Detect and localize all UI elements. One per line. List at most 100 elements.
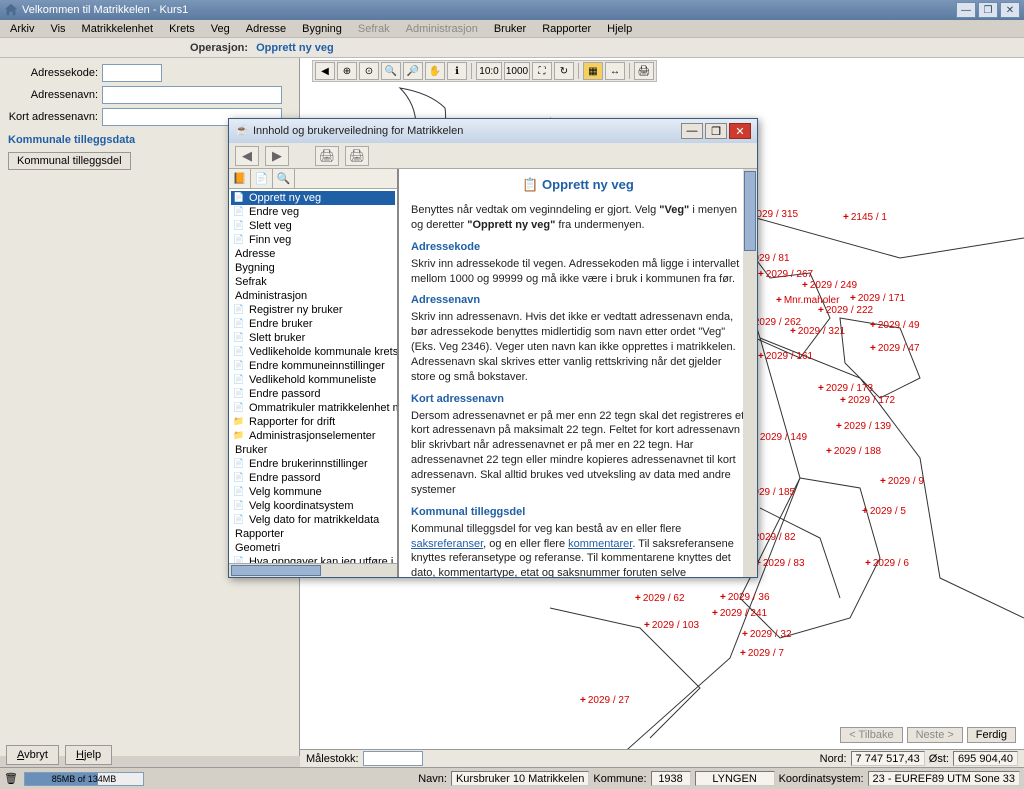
- tool-pan-icon[interactable]: ✋: [425, 62, 445, 80]
- help-tree-item[interactable]: Vedlikehold kommuneliste: [231, 373, 395, 387]
- tool-scale-icon[interactable]: 10:0: [476, 62, 502, 80]
- menu-veg[interactable]: Veg: [205, 22, 236, 36]
- java-icon: ☕: [235, 124, 249, 138]
- help-tree-item[interactable]: Bygning: [231, 261, 395, 275]
- malestokk-input[interactable]: [363, 751, 423, 766]
- adressenavn-input[interactable]: [102, 86, 282, 104]
- help-tree-item[interactable]: Endre kommuneinnstillinger: [231, 359, 395, 373]
- help-tree-item[interactable]: Endre veg: [231, 205, 395, 219]
- help-tree-item[interactable]: Administrasjon: [231, 289, 395, 303]
- link-kommentarer[interactable]: kommentarer: [568, 538, 632, 550]
- menu-vis[interactable]: Vis: [44, 22, 71, 36]
- help-tab-search-icon[interactable]: 🔍: [273, 169, 295, 188]
- menu-krets[interactable]: Krets: [163, 22, 201, 36]
- tool-print-icon[interactable]: 🖨: [634, 62, 654, 80]
- parcel-label: 2029 / 7: [740, 648, 784, 659]
- operation-bar: Operasjon: Opprett ny veg: [0, 38, 1024, 58]
- help-titlebar[interactable]: ☕ Innhold og brukerveiledning for Matrik…: [229, 119, 757, 143]
- menu-hjelp[interactable]: Hjelp: [601, 22, 638, 36]
- kommune-name: LYNGEN: [695, 771, 775, 786]
- malestokk-label: Målestokk:: [306, 753, 359, 765]
- avbryt-button[interactable]: Avbryt: [6, 745, 59, 765]
- minimize-button[interactable]: —: [956, 2, 976, 18]
- neste-button[interactable]: Neste >: [907, 727, 963, 743]
- help-close-button[interactable]: ✕: [729, 123, 751, 139]
- help-print-setup-button[interactable]: 🖨: [345, 146, 369, 166]
- tilbake-button[interactable]: < Tilbake: [840, 727, 902, 743]
- parcel-label: 2029 / 173: [818, 383, 873, 394]
- tool-collapse-icon[interactable]: ◀: [315, 62, 335, 80]
- link-saksreferanser[interactable]: saksreferanser: [411, 538, 483, 550]
- tool-zoom-in-icon[interactable]: 🔍: [381, 62, 401, 80]
- help-intro-para: Benyttes når vedtak om veginndeling er g…: [411, 203, 745, 233]
- tool-measure-icon[interactable]: ↔: [605, 62, 625, 80]
- help-tree-item[interactable]: Rapporter for drift: [231, 415, 395, 429]
- statusbar: 🗑 85MB of 134MB Navn: Kursbruker 10 Matr…: [0, 767, 1024, 789]
- help-tree-item[interactable]: Endre passord: [231, 471, 395, 485]
- help-tree-item[interactable]: Slett bruker: [231, 331, 395, 345]
- help-tree-item[interactable]: Rapporter: [231, 527, 395, 541]
- help-tree-item[interactable]: Geometri: [231, 541, 395, 555]
- help-tree-item[interactable]: Administrasjonselementer: [231, 429, 395, 443]
- help-maximize-button[interactable]: ❐: [705, 123, 727, 139]
- menu-bruker[interactable]: Bruker: [488, 22, 532, 36]
- help-tree-item[interactable]: Ommatrikuler matrikkelenhet m: [231, 401, 395, 415]
- tool-refresh-icon[interactable]: ↻: [554, 62, 574, 80]
- adressekode-input[interactable]: [102, 64, 162, 82]
- help-tree-item[interactable]: Velg dato for matrikkeldata: [231, 513, 395, 527]
- help-content-vscrollbar[interactable]: [743, 169, 757, 577]
- help-print-button[interactable]: 🖨: [315, 146, 339, 166]
- help-tree-item[interactable]: Finn veg: [231, 233, 395, 247]
- menu-rapporter[interactable]: Rapporter: [536, 22, 597, 36]
- tool-info-icon[interactable]: ℹ: [447, 62, 467, 80]
- parcel-label: 2029 / 5: [862, 506, 906, 517]
- maximize-button[interactable]: ❐: [978, 2, 998, 18]
- help-tree-item[interactable]: Adresse: [231, 247, 395, 261]
- help-back-button[interactable]: ◀: [235, 146, 259, 166]
- tool-fit-icon[interactable]: ⛶: [532, 62, 552, 80]
- tool-target-icon[interactable]: ⊙: [359, 62, 379, 80]
- help-forward-button[interactable]: ▶: [265, 146, 289, 166]
- help-tab-index-icon[interactable]: 📄: [251, 169, 273, 188]
- tool-select-icon[interactable]: ▦: [583, 62, 603, 80]
- help-minimize-button[interactable]: —: [681, 123, 703, 139]
- help-tree-item[interactable]: Registrer ny bruker: [231, 303, 395, 317]
- help-adressenavn-para: Skriv inn adressenavn. Hvis det ikke er …: [411, 310, 745, 384]
- help-tree-item[interactable]: Bruker: [231, 443, 395, 457]
- help-tree-item[interactable]: Endre passord: [231, 387, 395, 401]
- close-button[interactable]: ✕: [1000, 2, 1020, 18]
- help-tree-item[interactable]: Vedlikeholde kommunale krets: [231, 345, 395, 359]
- help-tree-item[interactable]: Hva oppgaver kan jeg utføre i: [231, 555, 395, 563]
- ost-value: 695 904,40: [953, 751, 1018, 766]
- menu-bygning[interactable]: Bygning: [296, 22, 348, 36]
- wizard-nav: < Tilbake Neste > Ferdig: [836, 725, 1020, 745]
- menu-matrikkelenhet[interactable]: Matrikkelenhet: [76, 22, 160, 36]
- parcel-label: 2029 / 249: [802, 280, 857, 291]
- help-tree[interactable]: Opprett ny vegEndre vegSlett vegFinn veg…: [229, 189, 397, 563]
- help-tree-item[interactable]: Endre brukerinnstillinger: [231, 457, 395, 471]
- help-tab-contents-icon[interactable]: 📙: [229, 169, 251, 188]
- parcel-label: 2029 / 47: [870, 343, 920, 354]
- kommunal-tilleggsdel-button[interactable]: Kommunal tilleggsdel: [8, 152, 131, 170]
- menu-adresse[interactable]: Adresse: [240, 22, 292, 36]
- help-tree-hscrollbar[interactable]: [229, 563, 397, 577]
- help-tree-item[interactable]: Velg koordinatsystem: [231, 499, 395, 513]
- menu-arkiv[interactable]: Arkiv: [4, 22, 40, 36]
- parcel-label: 2029 / 83: [755, 558, 805, 569]
- help-tree-item[interactable]: Slett veg: [231, 219, 395, 233]
- operation-value: Opprett ny veg: [256, 42, 334, 54]
- tool-globe-icon[interactable]: ⊕: [337, 62, 357, 80]
- tool-zoom-out-icon[interactable]: 🔎: [403, 62, 423, 80]
- help-tree-item[interactable]: Endre bruker: [231, 317, 395, 331]
- help-tree-item[interactable]: Sefrak: [231, 275, 395, 289]
- help-tree-item[interactable]: Velg kommune: [231, 485, 395, 499]
- ferdig-button[interactable]: Ferdig: [967, 727, 1016, 743]
- ost-label: Øst:: [929, 753, 949, 765]
- navn-value: Kursbruker 10 Matrikkelen: [451, 771, 589, 786]
- tool-scale2-icon[interactable]: 1000: [504, 62, 530, 80]
- hjelp-button[interactable]: Hjelp: [65, 745, 112, 765]
- map-toolbar: ◀ ⊕ ⊙ 🔍 🔎 ✋ ℹ 10:0 1000 ⛶ ↻ ▦ ↔ 🖨: [312, 60, 657, 82]
- help-adressekode-para: Skriv inn adressekode til vegen. Adresse…: [411, 257, 745, 287]
- kommune-label: Kommune:: [593, 773, 646, 785]
- help-tree-item[interactable]: Opprett ny veg: [231, 191, 395, 205]
